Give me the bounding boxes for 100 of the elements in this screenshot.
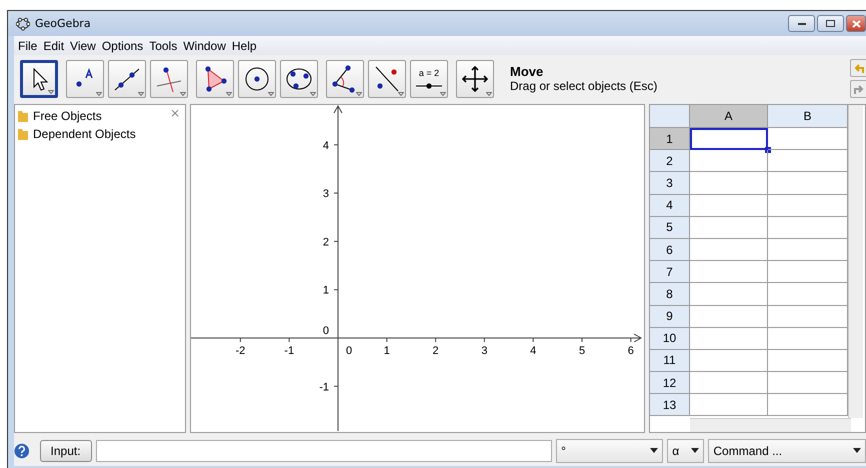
redo-icon <box>852 83 864 95</box>
tool-button[interactable] <box>20 60 58 98</box>
undo-icon <box>852 62 864 74</box>
dropdown-triangle-icon <box>356 92 362 96</box>
menu-item[interactable]: Tools <box>149 38 178 52</box>
app-logo-icon <box>16 16 30 30</box>
menu-item[interactable]: Window <box>183 38 226 52</box>
tool-description: Drag or select objects (Esc) <box>510 79 658 93</box>
menu-item[interactable]: Options <box>102 38 144 52</box>
minimize-icon <box>798 22 806 24</box>
input-field[interactable] <box>96 440 552 462</box>
tool-button[interactable] <box>66 60 104 98</box>
menu-item[interactable]: Help <box>232 38 257 52</box>
row-header[interactable]: 8 <box>650 283 690 306</box>
tick-label: -1 <box>319 381 329 394</box>
table-cell[interactable] <box>690 350 768 372</box>
maximize-icon <box>826 20 835 27</box>
row-header[interactable]: 11 <box>650 350 690 372</box>
tick-label: 4 <box>530 345 536 357</box>
tool-button[interactable] <box>108 60 146 98</box>
folder-icon <box>17 109 29 123</box>
column-header[interactable]: B <box>768 105 848 128</box>
dropdown-triangle-icon <box>440 92 446 96</box>
tool-button[interactable]: a = 2 <box>410 60 448 98</box>
degree-dropdown[interactable]: ° <box>556 438 664 462</box>
tree-item[interactable]: Dependent Objects <box>33 127 136 141</box>
dropdown-triangle-icon <box>268 92 274 96</box>
row-header[interactable]: 12 <box>650 372 690 394</box>
menu-item[interactable]: View <box>70 38 96 52</box>
tool-button[interactable] <box>326 60 364 98</box>
help-icon[interactable] <box>14 442 30 458</box>
caret-icon <box>650 448 658 453</box>
close-icon <box>852 20 860 28</box>
table-cell[interactable] <box>690 238 768 262</box>
menu-item[interactable]: File <box>18 38 38 52</box>
input-button[interactable]: Input: <box>40 440 92 462</box>
table-cell[interactable] <box>690 172 768 195</box>
tick-label: -1 <box>284 345 294 357</box>
dropdown-triangle-icon <box>48 90 54 94</box>
tool-button[interactable] <box>368 60 406 98</box>
command-dropdown[interactable]: Command ... <box>708 438 866 462</box>
table-cell[interactable] <box>690 306 768 328</box>
slider-icon <box>415 82 443 88</box>
vertical-scrollbar[interactable] <box>848 105 863 418</box>
dropdown-triangle-icon <box>138 92 144 96</box>
minimize-button[interactable] <box>788 15 815 32</box>
tick-label: 5 <box>578 345 586 357</box>
horizontal-scrollbar[interactable] <box>690 418 851 432</box>
tool-name: Move <box>510 64 544 79</box>
table-cell[interactable] <box>690 372 768 394</box>
row-header[interactable]: 1 <box>650 128 690 150</box>
row-header[interactable]: 7 <box>650 261 690 284</box>
tool-button[interactable] <box>238 60 276 98</box>
row-header[interactable]: 10 <box>650 328 690 350</box>
row-header[interactable]: 5 <box>650 216 690 239</box>
window-title: GeoGebra <box>35 17 91 30</box>
table-cell[interactable] <box>690 328 768 350</box>
table-cell[interactable] <box>690 283 768 306</box>
column-header[interactable]: A <box>690 105 768 128</box>
folder-icon <box>17 127 29 141</box>
dropdown-triangle-icon <box>180 92 186 96</box>
row-header[interactable]: 2 <box>650 150 690 172</box>
table-cell[interactable] <box>690 194 768 217</box>
row-header[interactable]: 3 <box>650 172 690 195</box>
tool-button[interactable] <box>456 60 494 98</box>
table-cell[interactable] <box>690 216 768 239</box>
tick-label: 2 <box>322 236 329 248</box>
tool-button[interactable] <box>280 60 318 98</box>
tick-label: 2 <box>432 345 439 357</box>
tick-label: 0 <box>322 325 329 337</box>
table-cell[interactable] <box>690 394 768 416</box>
tree-item[interactable]: Free Objects <box>33 109 102 123</box>
row-header[interactable]: 4 <box>650 194 690 217</box>
caret-icon <box>852 448 861 453</box>
menu-item[interactable]: Edit <box>43 38 64 52</box>
row-header[interactable]: 6 <box>650 238 690 262</box>
tick-label: 6 <box>628 345 634 357</box>
symbol-dropdown[interactable]: α <box>667 438 704 462</box>
table-cell[interactable] <box>690 128 768 150</box>
close-button[interactable] <box>846 15 866 32</box>
tick-label: 3 <box>481 345 488 357</box>
undo-button[interactable] <box>850 59 866 77</box>
table-cell[interactable] <box>690 261 768 284</box>
close-icon[interactable]: × <box>170 106 180 120</box>
maximize-button[interactable] <box>817 15 844 32</box>
tick-label: 1 <box>322 284 329 297</box>
dropdown-triangle-icon <box>226 92 232 96</box>
tool-button[interactable] <box>196 60 234 98</box>
tick-label: 4 <box>322 140 329 152</box>
tick-label: 0 <box>346 345 352 357</box>
redo-button[interactable] <box>850 80 866 98</box>
table-cell[interactable] <box>690 150 768 172</box>
tick-label: 3 <box>322 188 329 200</box>
row-header[interactable]: 13 <box>650 394 690 416</box>
row-header[interactable]: 9 <box>650 306 690 328</box>
dropdown-triangle-icon <box>310 92 316 96</box>
dropdown-triangle-icon <box>486 92 492 96</box>
dropdown-triangle-icon <box>398 92 404 96</box>
caret-icon <box>691 448 700 453</box>
move-arrows-icon <box>460 64 490 94</box>
